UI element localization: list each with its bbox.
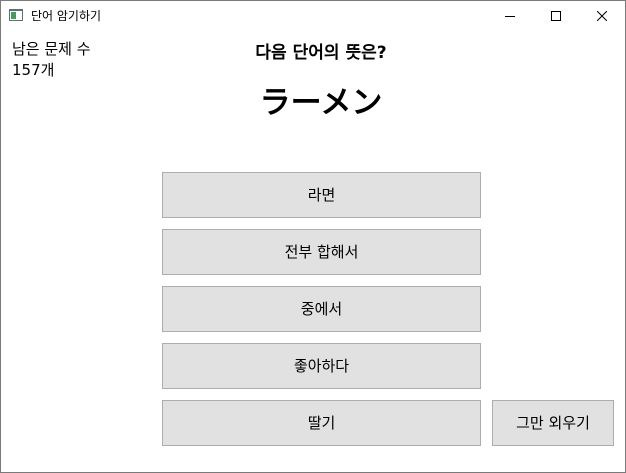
minimize-icon	[505, 16, 515, 17]
remaining-questions-label: 남은 문제 수	[12, 40, 91, 58]
choice-button-5[interactable]: 딸기	[162, 400, 481, 446]
question-prompt: 다음 단어의 뜻은?	[255, 43, 387, 63]
remaining-questions-count: 157개	[12, 61, 55, 79]
window-title: 단어 암기하기	[31, 9, 102, 23]
maximize-button[interactable]	[533, 1, 579, 31]
quiz-word: ラーメン	[259, 85, 383, 121]
minimize-button[interactable]	[487, 1, 533, 31]
stop-memorizing-button[interactable]: 그만 외우기	[492, 400, 614, 446]
choice-button-2[interactable]: 전부 합해서	[162, 229, 481, 275]
app-window-icon	[9, 9, 23, 21]
close-icon	[597, 11, 607, 21]
title-bar[interactable]: 단어 암기하기	[1, 1, 625, 31]
choice-button-3[interactable]: 중에서	[162, 286, 481, 332]
choice-button-1[interactable]: 라면	[162, 172, 481, 218]
close-button[interactable]	[579, 1, 625, 31]
maximize-icon	[551, 11, 561, 21]
app-window: 단어 암기하기 남은 문제 수 157개 다음 단어의 뜻은? ラーメン 라면 …	[0, 0, 626, 473]
choice-button-4[interactable]: 좋아하다	[162, 343, 481, 389]
